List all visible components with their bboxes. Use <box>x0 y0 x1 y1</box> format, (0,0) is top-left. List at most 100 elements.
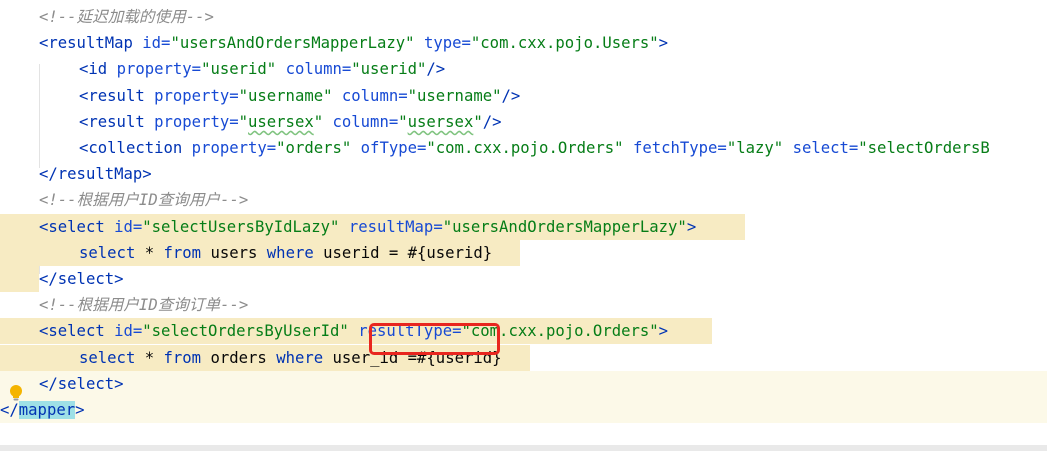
horizontal-scrollbar[interactable] <box>0 445 1047 451</box>
code-line[interactable]: <result property="username" column="user… <box>0 83 1047 109</box>
code-line[interactable]: </select> <box>0 266 1047 292</box>
code-token: property= <box>154 86 239 105</box>
code-token: <collection <box>79 139 183 157</box>
code-token: "selectOrdersByUserId" <box>142 322 349 341</box>
code-token: "usersAndOrdersMapperLazy" <box>442 217 687 236</box>
code-token: users <box>201 243 267 262</box>
code-line[interactable]: <!--延迟加载的使用--> <box>0 4 1047 30</box>
code-line[interactable]: <select id="selectUsersByIdLazy" resultM… <box>0 213 1047 240</box>
code-token: " <box>238 112 248 131</box>
code-token: * <box>135 243 164 262</box>
code-token: > <box>658 34 669 53</box>
code-token: > <box>75 401 85 419</box>
code-token: * <box>135 348 164 367</box>
code-line[interactable]: select * from orders where user_id =#{us… <box>0 344 1047 371</box>
code-line[interactable]: <!--根据用户ID查询订单--> <box>0 292 1047 318</box>
code-token: usersex <box>407 112 474 131</box>
code-token: column= <box>285 60 352 79</box>
code-line[interactable]: <resultMap id="usersAndOrdersMapperLazy"… <box>0 30 1047 56</box>
code-token: " <box>313 112 324 131</box>
code-text: <result property="usersex" column="users… <box>79 109 502 135</box>
code-token: " <box>473 112 483 131</box>
code-token: property= <box>154 112 239 131</box>
code-token: property= <box>116 60 202 79</box>
code-text: </select> <box>39 371 124 397</box>
code-text: <!--根据用户ID查询订单--> <box>39 292 248 318</box>
code-token: </ <box>0 401 19 419</box>
code-token: </resultMap> <box>39 165 152 184</box>
code-token: from <box>163 348 202 367</box>
code-token: </select> <box>39 270 124 288</box>
code-line[interactable]: <result property="usersex" column="users… <box>0 109 1047 135</box>
code-token: <resultMap <box>39 34 133 53</box>
code-token: <select <box>39 322 105 341</box>
line-highlight <box>0 266 39 292</box>
code-token: "username" <box>238 86 333 105</box>
code-text: <id property="userid" column="userid"/> <box>79 56 445 82</box>
code-token: <id <box>79 60 108 79</box>
code-line[interactable]: <!--根据用户ID查询用户--> <box>0 187 1047 213</box>
code-token: "com.cxx.pojo.Users" <box>470 34 659 53</box>
code-token: <!--根据用户ID查询用户--> <box>39 191 249 210</box>
code-text: <!--根据用户ID查询用户--> <box>39 187 248 213</box>
code-line[interactable]: <id property="userid" column="userid"/> <box>0 56 1047 82</box>
code-token: column= <box>341 86 408 105</box>
code-token: ofType= <box>360 139 427 157</box>
code-token: "usersAndOrdersMapperLazy" <box>170 34 415 53</box>
code-token: "orders" <box>276 139 352 157</box>
code-token: id= <box>114 322 143 341</box>
code-token: /> <box>482 112 502 131</box>
code-token: column= <box>332 112 399 131</box>
result-type-highlight-box <box>369 323 500 355</box>
code-token: <!--根据用户ID查询订单--> <box>39 296 249 315</box>
code-token: /> <box>426 60 446 79</box>
code-token: <!--延迟加载的使用--> <box>39 8 214 26</box>
code-token: > <box>658 322 669 341</box>
code-line[interactable]: </select> <box>0 370 1047 397</box>
code-token: property= <box>191 139 277 157</box>
code-token: "lazy" <box>726 139 784 157</box>
code-line[interactable]: select * from users where userid = #{use… <box>0 239 1047 292</box>
code-editor[interactable]: <!--延迟加载的使用--> <resultMap id="usersAndOrd… <box>0 0 1047 445</box>
code-text: <resultMap id="usersAndOrdersMapperLazy"… <box>39 30 668 56</box>
code-text: <result property="username" column="user… <box>79 83 520 109</box>
code-token: orders <box>201 348 277 367</box>
code-text: </select> <box>39 266 124 292</box>
code-token: "com.cxx.pojo.Orders" <box>426 139 624 157</box>
code-token: > <box>686 217 697 236</box>
code-text: </resultMap> <box>39 161 152 187</box>
code-token: select= <box>792 139 859 157</box>
code-token: <select <box>39 217 105 236</box>
code-token: from <box>163 243 202 262</box>
code-token: id= <box>142 34 171 53</box>
lightbulb-icon[interactable] <box>8 384 24 402</box>
code-token: type= <box>423 34 471 53</box>
code-text: <!--延迟加载的使用--> <box>39 4 214 30</box>
code-line[interactable]: </mapper> <box>0 397 1047 423</box>
code-token: fetchType= <box>632 139 727 157</box>
code-line[interactable]: </resultMap> <box>0 161 1047 187</box>
code-token: usersex <box>248 112 314 131</box>
code-token: select <box>79 243 136 262</box>
code-token: "selectUsersByIdLazy" <box>142 217 340 236</box>
code-line[interactable]: <select id="selectOrdersByUserId" result… <box>0 318 1047 345</box>
code-token: "selectOrdersB <box>858 139 990 157</box>
code-line[interactable]: <collection property="orders" ofType="co… <box>0 135 1047 161</box>
code-token: resultMap= <box>348 217 443 236</box>
code-token: select <box>79 348 136 367</box>
code-token: where <box>276 348 324 367</box>
